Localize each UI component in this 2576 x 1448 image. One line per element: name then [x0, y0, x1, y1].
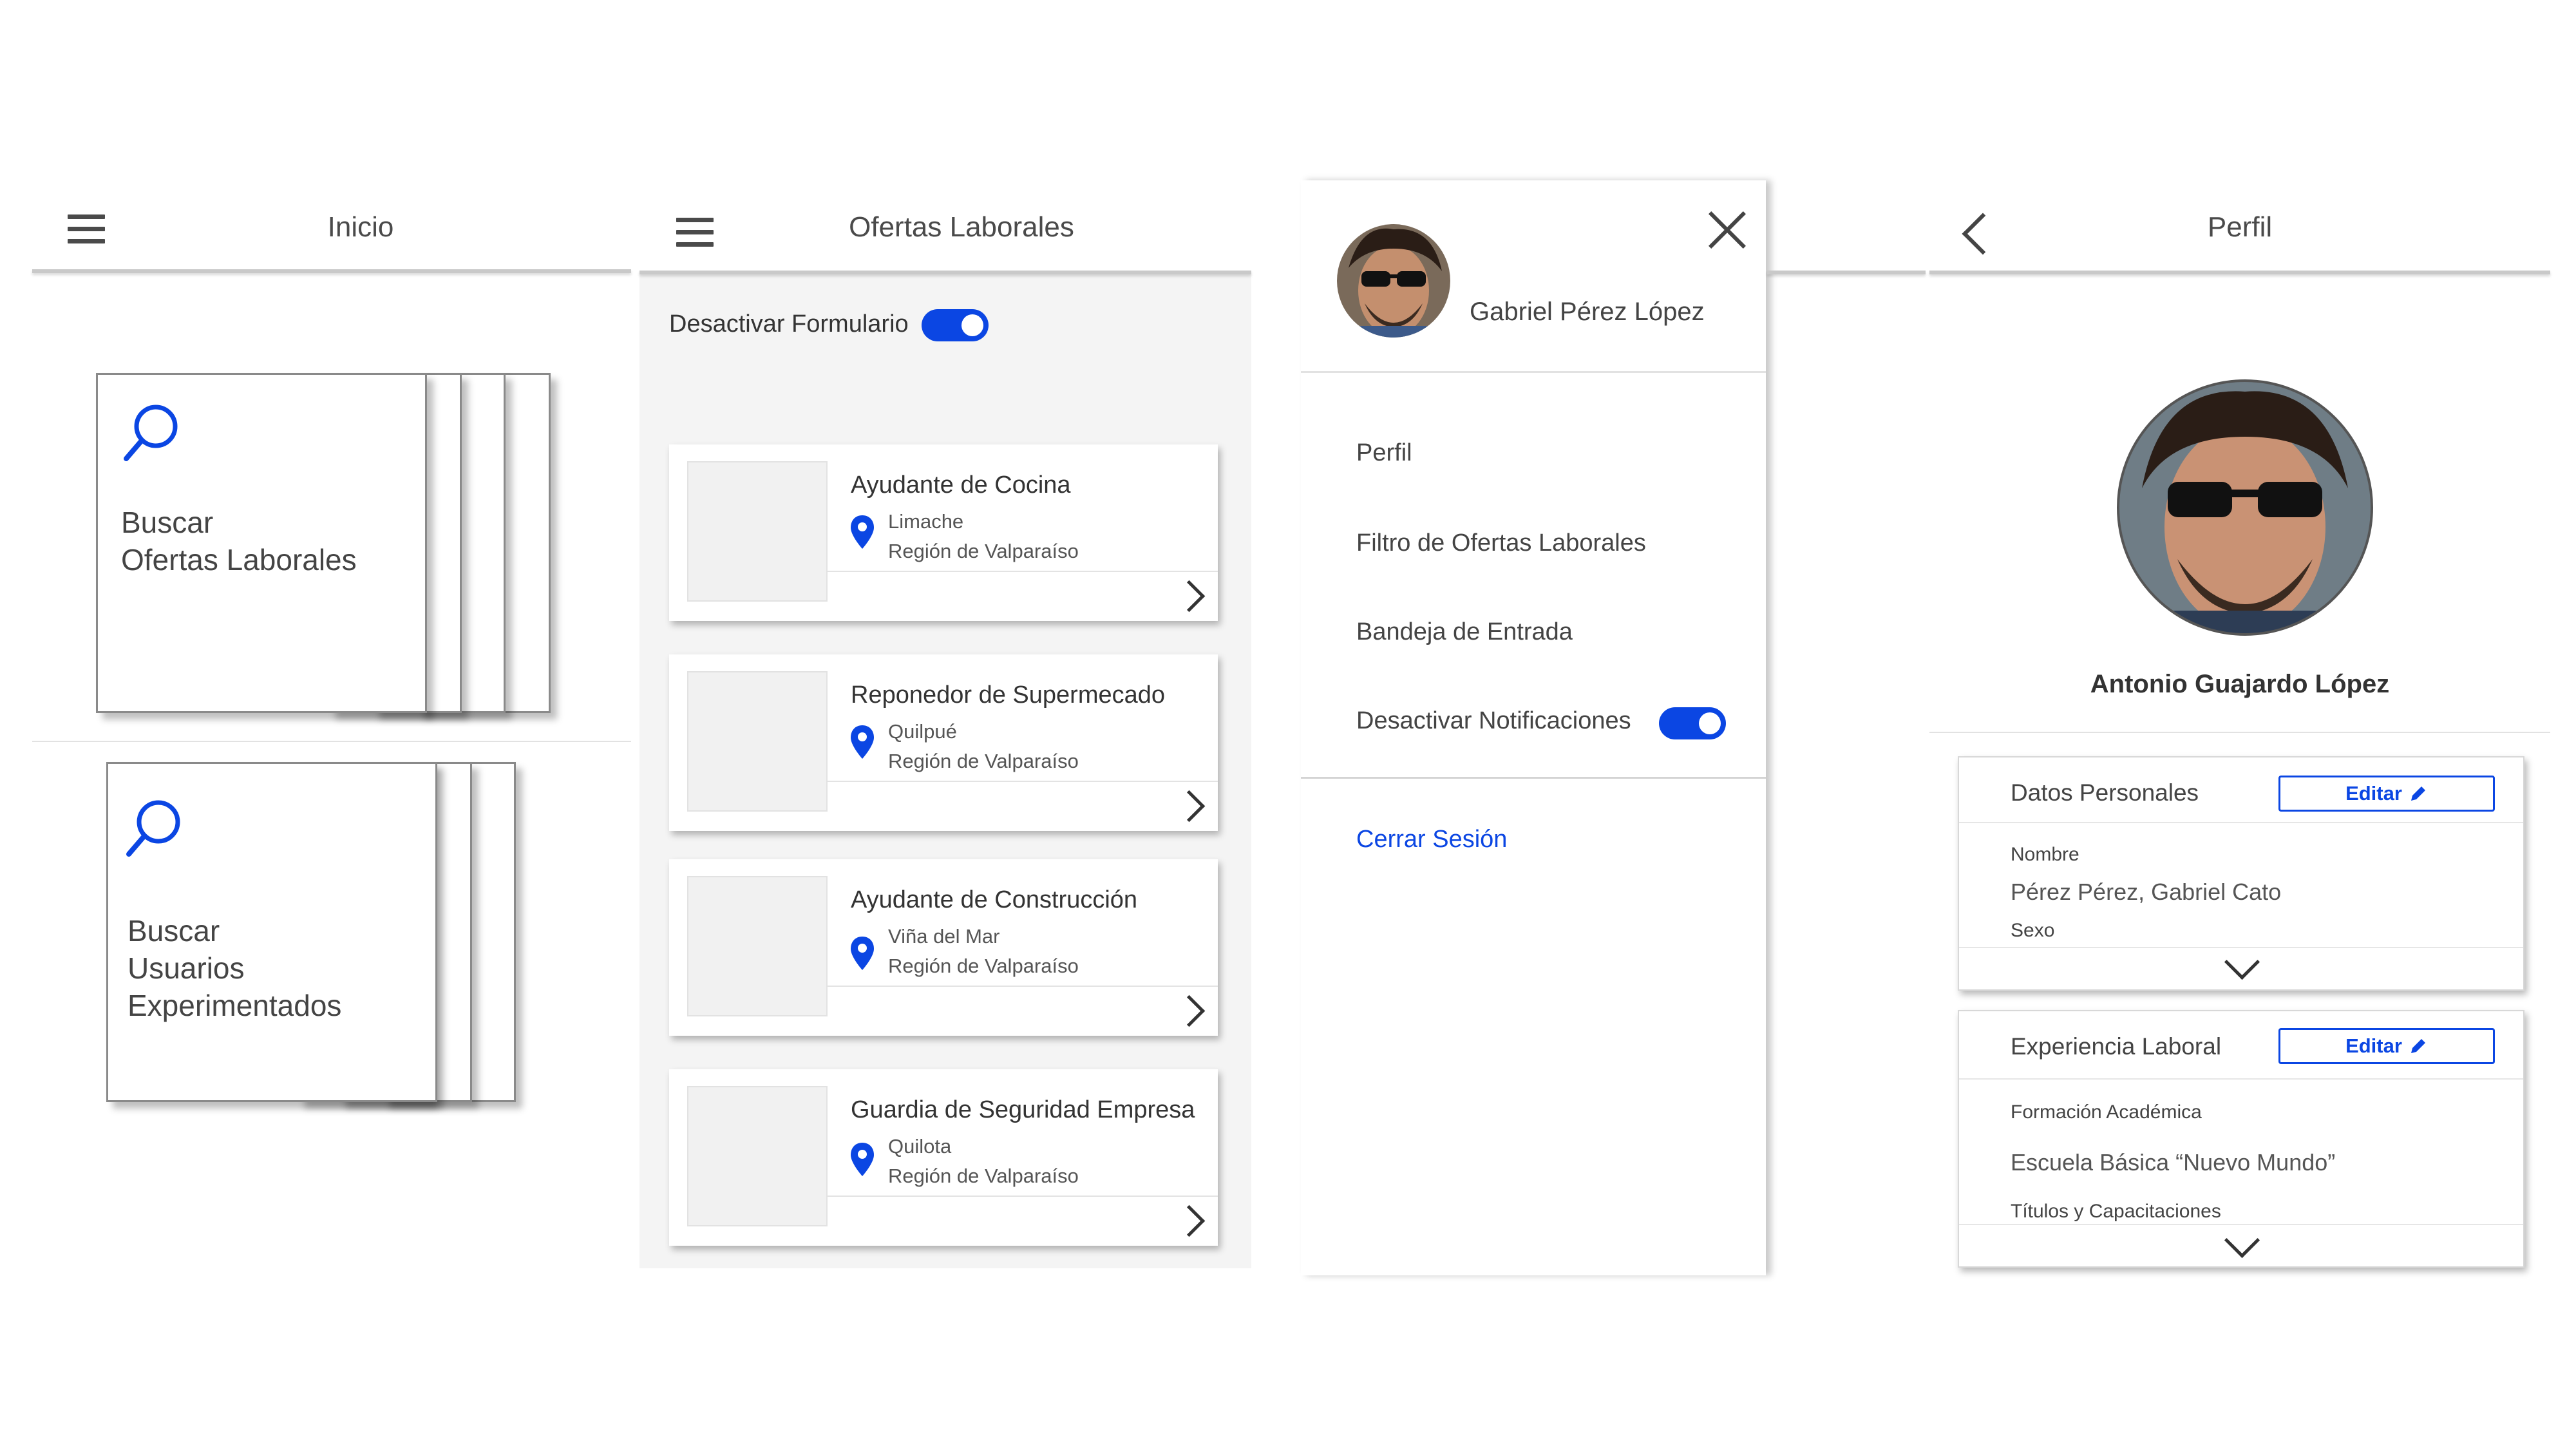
menu-item-job-filter[interactable]: Filtro de Ofertas Laborales	[1356, 529, 1646, 557]
menu-item-profile[interactable]: Perfil	[1356, 439, 1412, 467]
header-divider	[639, 271, 1251, 274]
location-pin-icon	[851, 725, 874, 759]
edit-personal-button[interactable]: Editar	[2278, 776, 2495, 812]
screen-drawer: Gabriel Pérez López Perfil Filtro de Ofe…	[1301, 0, 1926, 1448]
job-region: Región de Valparaíso	[888, 750, 1079, 772]
card-front: Buscar Ofertas Laborales	[96, 373, 427, 713]
edit-label: Editar	[2345, 1034, 2402, 1057]
job-thumbnail	[687, 1086, 828, 1226]
page-title: Inicio	[327, 211, 394, 243]
job-card[interactable]: Ayudante de Construcción Viña del Mar Re…	[669, 859, 1218, 1036]
location-pin-icon	[851, 937, 874, 970]
location-pin-icon	[851, 1143, 874, 1176]
chevron-right-icon[interactable]	[1173, 995, 1206, 1027]
panel-title: Experiencia Laboral	[2011, 1033, 2222, 1060]
chevron-right-icon[interactable]	[1173, 580, 1206, 613]
job-title: Guardia de Seguridad Empresa	[851, 1096, 1195, 1123]
job-title: Reponedor de Supermecado	[851, 681, 1166, 709]
pencil-icon	[2410, 786, 2425, 801]
job-city: Quilpué	[888, 720, 957, 743]
chevron-down-icon[interactable]	[2224, 1222, 2260, 1259]
drawer-divider	[1301, 371, 1766, 373]
menu-icon[interactable]	[676, 218, 714, 254]
profile-user-name: Antonio Guajardo López	[2090, 670, 2390, 698]
chevron-down-icon[interactable]	[2224, 944, 2260, 980]
menu-icon[interactable]	[68, 214, 105, 251]
job-title: Ayudante de Cocina	[851, 472, 1071, 499]
field-label-education: Formación Académica	[2011, 1101, 2202, 1123]
job-divider	[828, 571, 1218, 572]
screen-profile: Perfil Antonio Guajardo López Datos Pers…	[1929, 0, 2550, 1448]
edit-label: Editar	[2345, 782, 2402, 805]
job-city: Limache	[888, 510, 964, 533]
chevron-right-icon[interactable]	[1173, 1205, 1206, 1237]
panel-divider	[1959, 1078, 2523, 1080]
header-divider	[1767, 271, 1926, 274]
section-divider	[32, 741, 631, 742]
job-divider	[828, 781, 1218, 782]
job-card[interactable]: Ayudante de Cocina Limache Región de Val…	[669, 444, 1218, 621]
menu-item-inbox[interactable]: Bandeja de Entrada	[1356, 618, 1573, 646]
job-thumbnail	[687, 671, 828, 812]
search-job-offers-card[interactable]: Buscar Ofertas Laborales	[96, 373, 560, 718]
card-label: Buscar Usuarios Experimentados	[128, 914, 342, 1022]
form-toggle[interactable]	[922, 309, 989, 341]
job-region: Región de Valparaíso	[888, 955, 1079, 977]
field-label-sex: Sexo	[2011, 920, 2055, 941]
card-front: Buscar Usuarios Experimentados	[106, 762, 437, 1102]
job-card[interactable]: Reponedor de Supermecado Quilpué Región …	[669, 654, 1218, 831]
header-divider	[1929, 271, 2550, 274]
logout-link[interactable]: Cerrar Sesión	[1356, 826, 1507, 853]
panel-divider	[1959, 822, 2523, 823]
job-city: Quilota	[888, 1135, 952, 1157]
avatar[interactable]	[1336, 223, 1452, 339]
notifications-toggle[interactable]	[1659, 707, 1726, 739]
header-divider	[32, 269, 631, 273]
drawer-divider	[1301, 777, 1766, 779]
menu-item-notifications-label: Desactivar Notificaciones	[1356, 707, 1631, 734]
search-icon	[126, 800, 180, 857]
work-experience-panel: Experiencia Laboral Editar Formación Aca…	[1958, 1010, 2524, 1268]
field-value-name: Pérez Pérez, Gabriel Cato	[2011, 879, 2282, 905]
drawer-panel: Gabriel Pérez López Perfil Filtro de Ofe…	[1301, 180, 1766, 1275]
personal-data-panel: Datos Personales Editar Nombre Pérez Pér…	[1958, 756, 2524, 991]
profile-avatar	[2117, 379, 2373, 636]
chevron-right-icon[interactable]	[1173, 790, 1206, 823]
back-icon[interactable]	[1962, 213, 2004, 255]
screen-home: Inicio Buscar Ofertas Laborales Buscar U…	[32, 0, 631, 1448]
job-region: Región de Valparaíso	[888, 1165, 1079, 1187]
form-toggle-label: Desactivar Formulario	[669, 310, 909, 338]
card-label: Buscar Ofertas Laborales	[121, 506, 357, 576]
field-label-titles: Títulos y Capacitaciones	[2011, 1201, 2221, 1222]
pencil-icon	[2410, 1039, 2425, 1053]
job-thumbnail	[687, 876, 828, 1016]
field-value-education: Escuela Básica “Nuevo Mundo”	[2011, 1149, 2336, 1176]
job-city: Viña del Mar	[888, 925, 1000, 948]
panel-title: Datos Personales	[2011, 779, 2199, 806]
drawer-user-name: Gabriel Pérez López	[1470, 298, 1705, 326]
close-icon[interactable]	[1701, 205, 1753, 256]
page-title: Ofertas Laborales	[849, 211, 1074, 243]
job-region: Región de Valparaíso	[888, 540, 1079, 562]
search-icon	[124, 405, 178, 461]
search-experienced-users-card[interactable]: Buscar Usuarios Experimentados	[106, 762, 570, 1107]
job-divider	[828, 986, 1218, 987]
job-title: Ayudante de Construcción	[851, 886, 1138, 913]
section-divider	[1929, 732, 2550, 733]
job-thumbnail	[687, 461, 828, 602]
job-card[interactable]: Guardia de Seguridad Empresa Quilota Reg…	[669, 1069, 1218, 1246]
location-pin-icon	[851, 515, 874, 549]
page-title: Perfil	[2207, 211, 2273, 243]
field-label-name: Nombre	[2011, 844, 2079, 865]
screen-job-offers: Ofertas Laborales Desactivar Formulario …	[639, 0, 1251, 1448]
job-divider	[828, 1196, 1218, 1197]
edit-experience-button[interactable]: Editar	[2278, 1028, 2495, 1064]
